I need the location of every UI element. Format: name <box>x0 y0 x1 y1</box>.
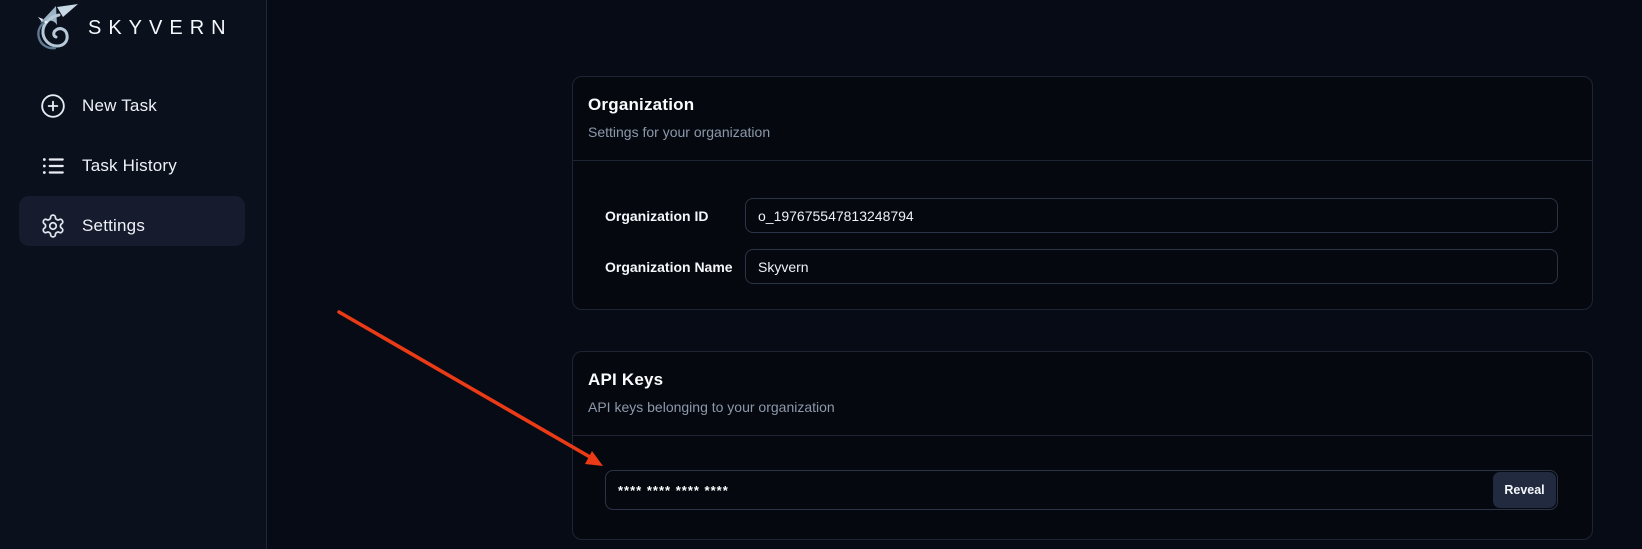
sidebar-item-task-history[interactable]: Task History <box>40 153 177 179</box>
api-keys-card: API Keys API keys belonging to your orga… <box>572 351 1593 540</box>
brand-name: SKYVERN <box>88 17 233 40</box>
sidebar-item-settings[interactable]: Settings <box>40 213 145 239</box>
sidebar-item-label: Task History <box>82 156 177 176</box>
organization-name-field[interactable] <box>745 249 1558 284</box>
plus-circle-icon <box>40 93 66 119</box>
organization-name-label: Organization Name <box>605 259 733 275</box>
brand-logo[interactable]: SKYVERN <box>26 2 233 54</box>
sidebar-item-label: New Task <box>82 96 157 116</box>
dragon-logo-icon <box>26 3 82 53</box>
sidebar-item-new-task[interactable]: New Task <box>40 93 157 119</box>
api-keys-card-header: API Keys API keys belonging to your orga… <box>573 352 1592 436</box>
organization-id-label: Organization ID <box>605 208 708 224</box>
annotation-arrow-line <box>339 312 590 457</box>
organization-card-title: Organization <box>588 95 1576 115</box>
organization-card-subtitle: Settings for your organization <box>588 124 1576 140</box>
sidebar: SKYVERN New Task Task History Settings <box>0 0 267 549</box>
api-key-row: Reveal <box>605 470 1558 510</box>
sidebar-item-label: Settings <box>82 216 145 236</box>
api-key-field[interactable] <box>605 470 1558 510</box>
api-keys-card-title: API Keys <box>588 370 1576 390</box>
reveal-button[interactable]: Reveal <box>1493 472 1556 508</box>
gear-icon <box>40 213 66 239</box>
list-icon <box>40 153 66 179</box>
organization-card-header: Organization Settings for your organizat… <box>573 77 1592 161</box>
organization-id-field[interactable] <box>745 198 1558 233</box>
organization-card: Organization Settings for your organizat… <box>572 76 1593 310</box>
api-keys-card-subtitle: API keys belonging to your organization <box>588 399 1576 415</box>
